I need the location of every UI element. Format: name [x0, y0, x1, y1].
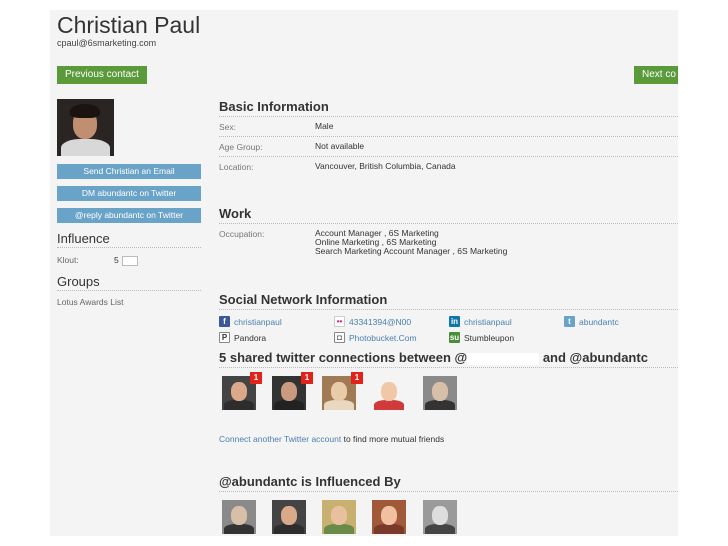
age-group-value: Not available: [315, 141, 365, 151]
klout-label: Klout:: [57, 255, 79, 265]
contact-name: Christian Paul: [57, 12, 201, 38]
influencer-avatar[interactable]: [423, 500, 457, 534]
group-item[interactable]: Lotus Awards List: [57, 297, 123, 307]
location-value: Vancouver, British Columbia, Canada: [315, 161, 456, 171]
pandora-link[interactable]: P Pandora: [219, 332, 266, 343]
connection-avatar[interactable]: [423, 376, 457, 410]
connect-twitter-text: Connect another Twitter account to find …: [219, 434, 445, 444]
notification-badge: 1: [351, 372, 363, 384]
age-group-label: Age Group:: [219, 142, 263, 152]
klout-bar: [122, 256, 138, 266]
divider: [219, 116, 678, 117]
occupation-label: Occupation:: [219, 229, 265, 239]
influencer-avatar[interactable]: [322, 500, 356, 534]
flickr-link[interactable]: •• 43341394@N00: [334, 316, 411, 327]
facebook-link[interactable]: f christianpaul: [219, 316, 282, 327]
linkedin-link[interactable]: in christianpaul: [449, 316, 512, 327]
notification-badge: 1: [301, 372, 313, 384]
groups-heading: Groups: [57, 274, 201, 291]
divider: [219, 309, 678, 310]
work-heading: Work: [219, 206, 252, 221]
previous-contact-button[interactable]: Previous contact: [57, 66, 147, 84]
send-email-button[interactable]: Send Christian an Email: [57, 164, 201, 179]
twitter-link[interactable]: t abundantc: [564, 316, 619, 327]
photobucket-icon: ◘: [334, 332, 345, 343]
social-heading: Social Network Information: [219, 292, 388, 307]
stumbleupon-link[interactable]: su Stumbleupon: [449, 332, 514, 343]
photobucket-link[interactable]: ◘ Photobucket.Com: [334, 332, 417, 343]
notification-badge: 1: [250, 372, 262, 384]
influence-heading: Influence: [57, 231, 201, 248]
connection-avatar[interactable]: [372, 376, 406, 410]
divider: [219, 367, 678, 368]
redacted-handle: [467, 352, 540, 365]
divider: [219, 491, 678, 492]
linkedin-icon: in: [449, 316, 460, 327]
sex-label: Sex:: [219, 122, 237, 132]
contact-email[interactable]: cpaul@6smarketing.com: [57, 38, 156, 48]
pandora-icon: P: [219, 332, 230, 343]
next-contact-button[interactable]: Next co: [634, 66, 678, 84]
flickr-icon: ••: [334, 316, 345, 327]
reply-twitter-button[interactable]: @reply abundantc on Twitter: [57, 208, 201, 223]
influencer-avatar[interactable]: [222, 500, 256, 534]
connect-twitter-link[interactable]: Connect another Twitter account: [219, 434, 341, 444]
divider: [219, 136, 678, 137]
contact-profile-page: Christian Paul cpaul@6smarketing.com Pre…: [50, 10, 678, 536]
influencer-avatar[interactable]: [272, 500, 306, 534]
basic-info-heading: Basic Information: [219, 99, 329, 114]
influencer-avatar[interactable]: [372, 500, 406, 534]
facebook-icon: f: [219, 316, 230, 327]
dm-twitter-button[interactable]: DM abundantc on Twitter: [57, 186, 201, 201]
stumbleupon-icon: su: [449, 332, 460, 343]
avatar: [57, 99, 114, 156]
divider: [219, 156, 678, 157]
shared-connections-heading: 5 shared twitter connections between @ a…: [219, 350, 648, 365]
sex-value: Male: [315, 121, 334, 131]
occupation-line: Search Marketing Account Manager , 6S Ma…: [315, 246, 508, 256]
divider: [219, 223, 678, 224]
location-label: Location:: [219, 162, 254, 172]
klout-value: 5: [114, 255, 119, 265]
twitter-icon: t: [564, 316, 575, 327]
influenced-by-heading: @abundantc is Influenced By: [219, 474, 401, 489]
